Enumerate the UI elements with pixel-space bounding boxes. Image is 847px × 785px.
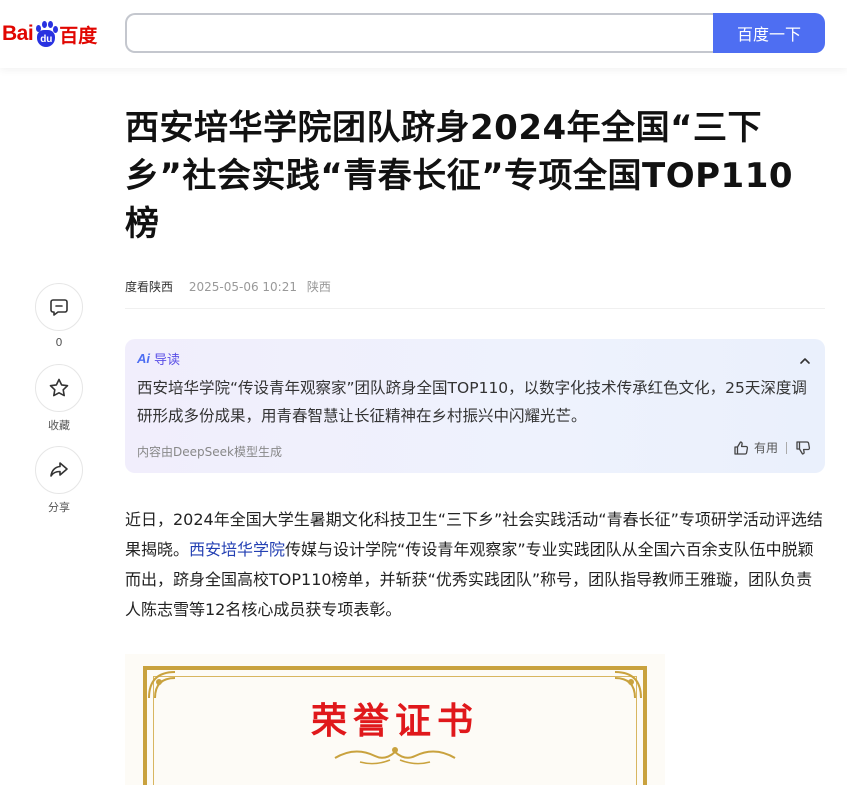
article-meta: 度看陕西 2025-05-06 10:21 陕西 xyxy=(125,278,331,295)
article-title: 西安培华学院团队跻身2024年全国“三下乡”社会实践“青春长征”专项全国TOP1… xyxy=(125,108,794,244)
collapse-button[interactable] xyxy=(799,351,811,370)
chevron-up-icon xyxy=(800,358,810,364)
useful-label[interactable]: 有用 xyxy=(754,439,778,456)
share-button[interactable] xyxy=(35,446,83,494)
share-action[interactable]: 分享 xyxy=(35,446,83,515)
flourish-ornament-icon xyxy=(334,747,456,765)
logo-bai-text: Bai xyxy=(2,22,34,45)
ai-summary-heading: Ai 导读 xyxy=(137,349,180,368)
search-input[interactable] xyxy=(127,15,715,51)
comment-icon xyxy=(50,299,68,316)
comment-count: 0 xyxy=(55,336,63,349)
ai-summary-card: Ai 导读 西安培华学院“传设青年观察家”团队跻身全国TOP110，以数字化技术… xyxy=(125,339,825,473)
ai-summary-title: 导读 xyxy=(154,353,181,368)
search-button[interactable]: 百度一下 xyxy=(713,13,825,53)
certificate-title: 荣誉证书 xyxy=(310,700,479,742)
certificate-image: 荣誉证书 xyxy=(125,654,665,785)
favorite-action[interactable]: 收藏 xyxy=(35,364,83,433)
feedback-divider xyxy=(786,441,787,454)
logo-du-text: du xyxy=(40,34,53,45)
comment-action[interactable]: 0 xyxy=(35,283,83,349)
top-bar: Bai du 百度 百度一下 xyxy=(0,0,847,68)
school-link[interactable]: 西安培华学院 xyxy=(189,540,285,559)
share-icon xyxy=(50,462,68,477)
author-name[interactable]: 度看陕西 xyxy=(125,280,173,294)
search-box xyxy=(125,13,715,53)
thumbs-down-icon[interactable] xyxy=(795,440,811,456)
ai-badge-icon: Ai xyxy=(137,351,150,366)
baidu-logo[interactable]: Bai du 百度 xyxy=(2,14,110,54)
ai-summary-text: 西安培华学院“传设青年观察家”团队跻身全国TOP110，以数字化技术传承红色文化… xyxy=(137,379,807,425)
publish-location: 陕西 xyxy=(306,280,331,294)
logo-cn-text: 百度 xyxy=(59,24,98,47)
favorite-button[interactable] xyxy=(35,364,83,412)
paw-icon: du xyxy=(34,21,59,47)
comment-button[interactable] xyxy=(35,283,83,331)
favorite-label: 收藏 xyxy=(48,419,70,432)
article-paragraph: 近日，2024年全国大学生暑期文化科技卫生“三下乡”社会实践活动“青春长征”专项… xyxy=(125,505,825,625)
share-label: 分享 xyxy=(48,501,70,514)
meta-divider xyxy=(125,308,825,309)
feedback-group: 有用 xyxy=(733,439,811,456)
ai-summary-footer: 内容由DeepSeek模型生成 xyxy=(137,445,282,459)
star-icon xyxy=(49,378,69,397)
thumbs-up-icon[interactable] xyxy=(733,440,749,456)
publish-time: 2025-05-06 10:21 xyxy=(188,280,297,294)
